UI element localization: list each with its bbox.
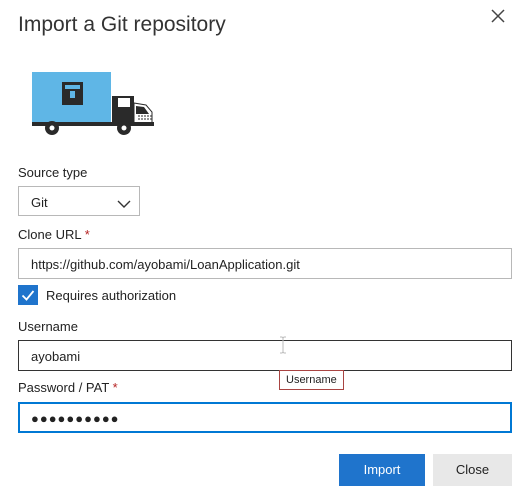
clone-url-input[interactable]: https://github.com/ayobami/LoanApplicati… [18, 248, 512, 279]
checkmark-icon [21, 290, 35, 301]
clone-url-value: https://github.com/ayobami/LoanApplicati… [31, 257, 300, 272]
source-type-value: Git [31, 195, 48, 210]
text-cursor-icon [279, 336, 287, 359]
password-label: Password / PAT * [18, 380, 118, 395]
required-mark: * [112, 380, 118, 395]
username-input[interactable]: ayobami [18, 340, 512, 371]
source-type-select[interactable]: Git [18, 186, 140, 216]
password-input[interactable]: ●●●●●●●●●● [18, 402, 512, 433]
source-type-label: Source type [18, 165, 88, 180]
import-button[interactable]: Import [339, 454, 425, 486]
close-button[interactable]: Close [433, 454, 512, 486]
requires-authorization-label: Requires authorization [46, 288, 177, 303]
clone-url-label-text: Clone URL [18, 227, 82, 242]
truck-illustration [32, 70, 157, 143]
username-tooltip: Username [279, 370, 344, 390]
username-label: Username [18, 319, 78, 334]
password-label-text: Password / PAT [18, 380, 110, 395]
clone-url-label: Clone URL * [18, 227, 90, 242]
close-icon[interactable] [488, 6, 508, 26]
requires-authorization-checkbox[interactable] [18, 285, 38, 305]
required-mark: * [84, 227, 90, 242]
dialog-title: Import a Git repository [18, 13, 226, 36]
password-value: ●●●●●●●●●● [31, 411, 120, 426]
chevron-down-icon [117, 196, 131, 214]
username-value: ayobami [31, 349, 81, 364]
